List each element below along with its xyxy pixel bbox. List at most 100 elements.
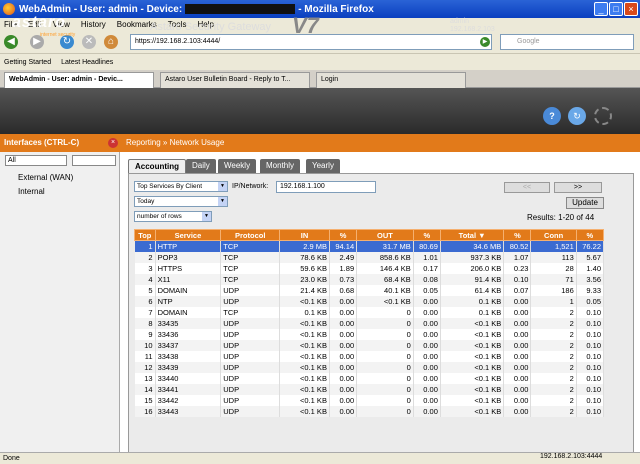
bookmark-latest-headlines[interactable]: Latest Headlines bbox=[61, 59, 113, 66]
table-cell: 2 bbox=[530, 328, 577, 340]
tab-weekly[interactable]: Weekly bbox=[218, 159, 257, 173]
tab-yearly[interactable]: Yearly bbox=[306, 159, 340, 173]
usage-table: Top Service Protocol IN % OUT % Total ▼ … bbox=[134, 229, 605, 417]
rows-select[interactable]: number of rows ▼ bbox=[134, 211, 212, 222]
table-row[interactable]: 11 33438 UDP <0.1 KB 0.00 0 0.00 <0.1 KB 0.00 2 0.… bbox=[134, 350, 605, 362]
table-cell: 2 bbox=[530, 394, 577, 406]
bookmark-getting-started[interactable]: Getting Started bbox=[4, 59, 51, 66]
table-row[interactable]: 12 33439 UDP <0.1 KB 0.00 0 0.00 <0.1 KB 0.00 2 0.… bbox=[134, 361, 605, 373]
table-cell: 68.4 KB bbox=[356, 273, 414, 285]
menu-history[interactable]: History bbox=[81, 20, 106, 29]
table-row[interactable]: 5 DOMAIN UDP 21.4 KB 0.68 40.1 KB 0.05 61.4 KB 0… bbox=[134, 284, 605, 296]
table-cell: 0 bbox=[356, 372, 414, 384]
table-cell: 0.10 bbox=[576, 339, 605, 351]
col-total-pct[interactable]: % bbox=[503, 229, 532, 241]
table-cell: 0 bbox=[356, 328, 414, 340]
ipnet-input[interactable]: 192.168.1.100 bbox=[276, 181, 376, 193]
table-cell: 2 bbox=[530, 350, 577, 362]
table-row[interactable]: 8 33435 UDP <0.1 KB 0.00 0 0.00 <0.1 KB 0.00 2 0.1… bbox=[134, 317, 605, 329]
browser-tab-bulletin[interactable]: Astaro User Bulletin Board - Reply to T.… bbox=[160, 72, 310, 88]
table-cell: <0.1 KB bbox=[279, 383, 330, 395]
table-cell: 0.00 bbox=[329, 405, 358, 417]
stop-icon[interactable]: ✕ bbox=[82, 35, 96, 49]
table-cell: UDP bbox=[220, 295, 281, 307]
update-button[interactable]: Update bbox=[566, 197, 604, 209]
table-cell: 186 bbox=[530, 284, 577, 296]
tab-daily[interactable]: Daily bbox=[186, 159, 216, 173]
table-cell: NTP bbox=[155, 295, 222, 307]
prev-page-button[interactable]: << bbox=[504, 182, 550, 193]
sidebar-item-external[interactable]: External (WAN) bbox=[4, 172, 118, 184]
table-cell: 33437 bbox=[155, 339, 222, 351]
help-icon[interactable]: ? bbox=[543, 107, 561, 125]
tab-monthly[interactable]: Monthly bbox=[260, 159, 301, 173]
back-icon[interactable]: ◀ bbox=[4, 35, 18, 49]
table-row[interactable]: 4 X11 TCP 23.0 KB 0.73 68.4 KB 0.08 91.4 KB 0.10… bbox=[134, 273, 605, 285]
table-row[interactable]: 16 33443 UDP <0.1 KB 0.00 0 0.00 <0.1 KB 0.00 2 0.… bbox=[134, 405, 605, 417]
table-row[interactable]: 15 33442 UDP <0.1 KB 0.00 0 0.00 <0.1 KB 0.00 2 0.… bbox=[134, 394, 605, 406]
table-cell: 0.1 KB bbox=[440, 306, 505, 318]
table-cell: 0.08 bbox=[413, 273, 441, 285]
maximize-button[interactable]: □ bbox=[609, 2, 623, 16]
search-input[interactable]: Google bbox=[500, 34, 634, 50]
interface-filter-select[interactable]: All bbox=[5, 155, 67, 166]
table-cell: TCP bbox=[220, 306, 281, 318]
table-cell: 33435 bbox=[155, 317, 222, 329]
browser-tab-login[interactable]: Login bbox=[316, 72, 466, 88]
minimize-button[interactable]: _ bbox=[594, 2, 608, 16]
table-cell: 0.1 KB bbox=[440, 295, 505, 307]
table-cell: 0.10 bbox=[576, 383, 605, 395]
browser-tab-webadmin[interactable]: WebAdmin - User: admin - Devic... bbox=[4, 72, 154, 88]
admin-info: admin 192.168.2.103 bbox=[450, 18, 495, 34]
table-row[interactable]: 3 HTTPS TCP 59.6 KB 1.89 146.4 KB 0.17 206.0 KB… bbox=[134, 262, 605, 274]
col-total[interactable]: Total ▼ bbox=[439, 229, 505, 241]
table-cell: 23.0 KB bbox=[279, 273, 330, 285]
table-cell: 40.1 KB bbox=[356, 284, 414, 296]
interface-filter-input[interactable] bbox=[72, 155, 116, 166]
close-button[interactable]: × bbox=[624, 2, 638, 16]
home-icon[interactable]: ⌂ bbox=[104, 35, 118, 49]
table-cell: 0.00 bbox=[503, 317, 532, 329]
table-row[interactable]: 1 HTTP TCP 2.9 MB 94.14 31.7 MB 80.69 34.6 MB 80… bbox=[134, 240, 605, 252]
table-row[interactable]: 2 POP3 TCP 78.6 KB 2.49 858.6 KB 1.01 937.3 KB 1… bbox=[134, 251, 605, 263]
table-cell: 2 bbox=[530, 405, 577, 417]
table-cell: <0.1 KB bbox=[279, 350, 330, 362]
col-protocol[interactable]: Protocol bbox=[220, 229, 281, 241]
col-conn-pct[interactable]: % bbox=[575, 229, 605, 241]
collapse-icon[interactable]: × bbox=[108, 138, 118, 148]
table-cell: 5 bbox=[134, 284, 156, 296]
table-row[interactable]: 13 33440 UDP <0.1 KB 0.00 0 0.00 <0.1 KB 0.00 2 0.… bbox=[134, 372, 605, 384]
table-row[interactable]: 7 DOMAIN TCP 0.1 KB 0.00 0 0.00 0.1 KB 0.00 2 0.10 bbox=[134, 306, 605, 318]
table-cell: 80.69 bbox=[413, 240, 441, 252]
table-row[interactable]: 9 33436 UDP <0.1 KB 0.00 0 0.00 <0.1 KB 0.00 2 0.1… bbox=[134, 328, 605, 340]
table-cell: 0 bbox=[356, 383, 414, 395]
table-cell: 0.00 bbox=[413, 405, 441, 417]
table-cell: X11 bbox=[155, 273, 222, 285]
col-out-pct[interactable]: % bbox=[412, 229, 441, 241]
period-select[interactable]: Today ▼ bbox=[134, 196, 228, 207]
table-cell: DOMAIN bbox=[155, 306, 222, 318]
services-select[interactable]: Top Services By Client ▼ bbox=[134, 181, 228, 192]
next-page-button[interactable]: >> bbox=[554, 182, 602, 193]
table-cell: 0.1 KB bbox=[279, 306, 330, 318]
col-in[interactable]: IN bbox=[279, 229, 330, 241]
col-top[interactable]: Top bbox=[134, 229, 156, 241]
table-row[interactable]: 14 33441 UDP <0.1 KB 0.00 0 0.00 <0.1 KB 0.00 2 0.… bbox=[134, 383, 605, 395]
tab-accounting[interactable]: Accounting bbox=[128, 159, 186, 173]
table-row[interactable]: 10 33437 UDP <0.1 KB 0.00 0 0.00 <0.1 KB 0.00 2 0.… bbox=[134, 339, 605, 351]
sidebar-item-internal[interactable]: Internal bbox=[4, 186, 118, 198]
table-cell: 0.00 bbox=[329, 317, 358, 329]
admin-ip: 192.168.2.103 bbox=[450, 26, 495, 33]
table-row[interactable]: 6 NTP UDP <0.1 KB 0.00 <0.1 KB 0.00 0.1 KB 0.00 1… bbox=[134, 295, 605, 307]
table-cell: DOMAIN bbox=[155, 284, 222, 296]
table-cell: <0.1 KB bbox=[440, 328, 505, 340]
table-cell: <0.1 KB bbox=[279, 361, 330, 373]
col-service[interactable]: Service bbox=[154, 229, 222, 241]
go-icon[interactable]: ▶ bbox=[480, 37, 490, 47]
col-conn[interactable]: Conn bbox=[530, 229, 577, 241]
refresh-icon[interactable]: ↻ bbox=[568, 107, 586, 125]
col-in-pct[interactable]: % bbox=[328, 229, 358, 241]
table-cell: 3 bbox=[134, 262, 156, 274]
chevron-down-icon: ▼ bbox=[202, 212, 211, 221]
col-out[interactable]: OUT bbox=[356, 229, 414, 241]
